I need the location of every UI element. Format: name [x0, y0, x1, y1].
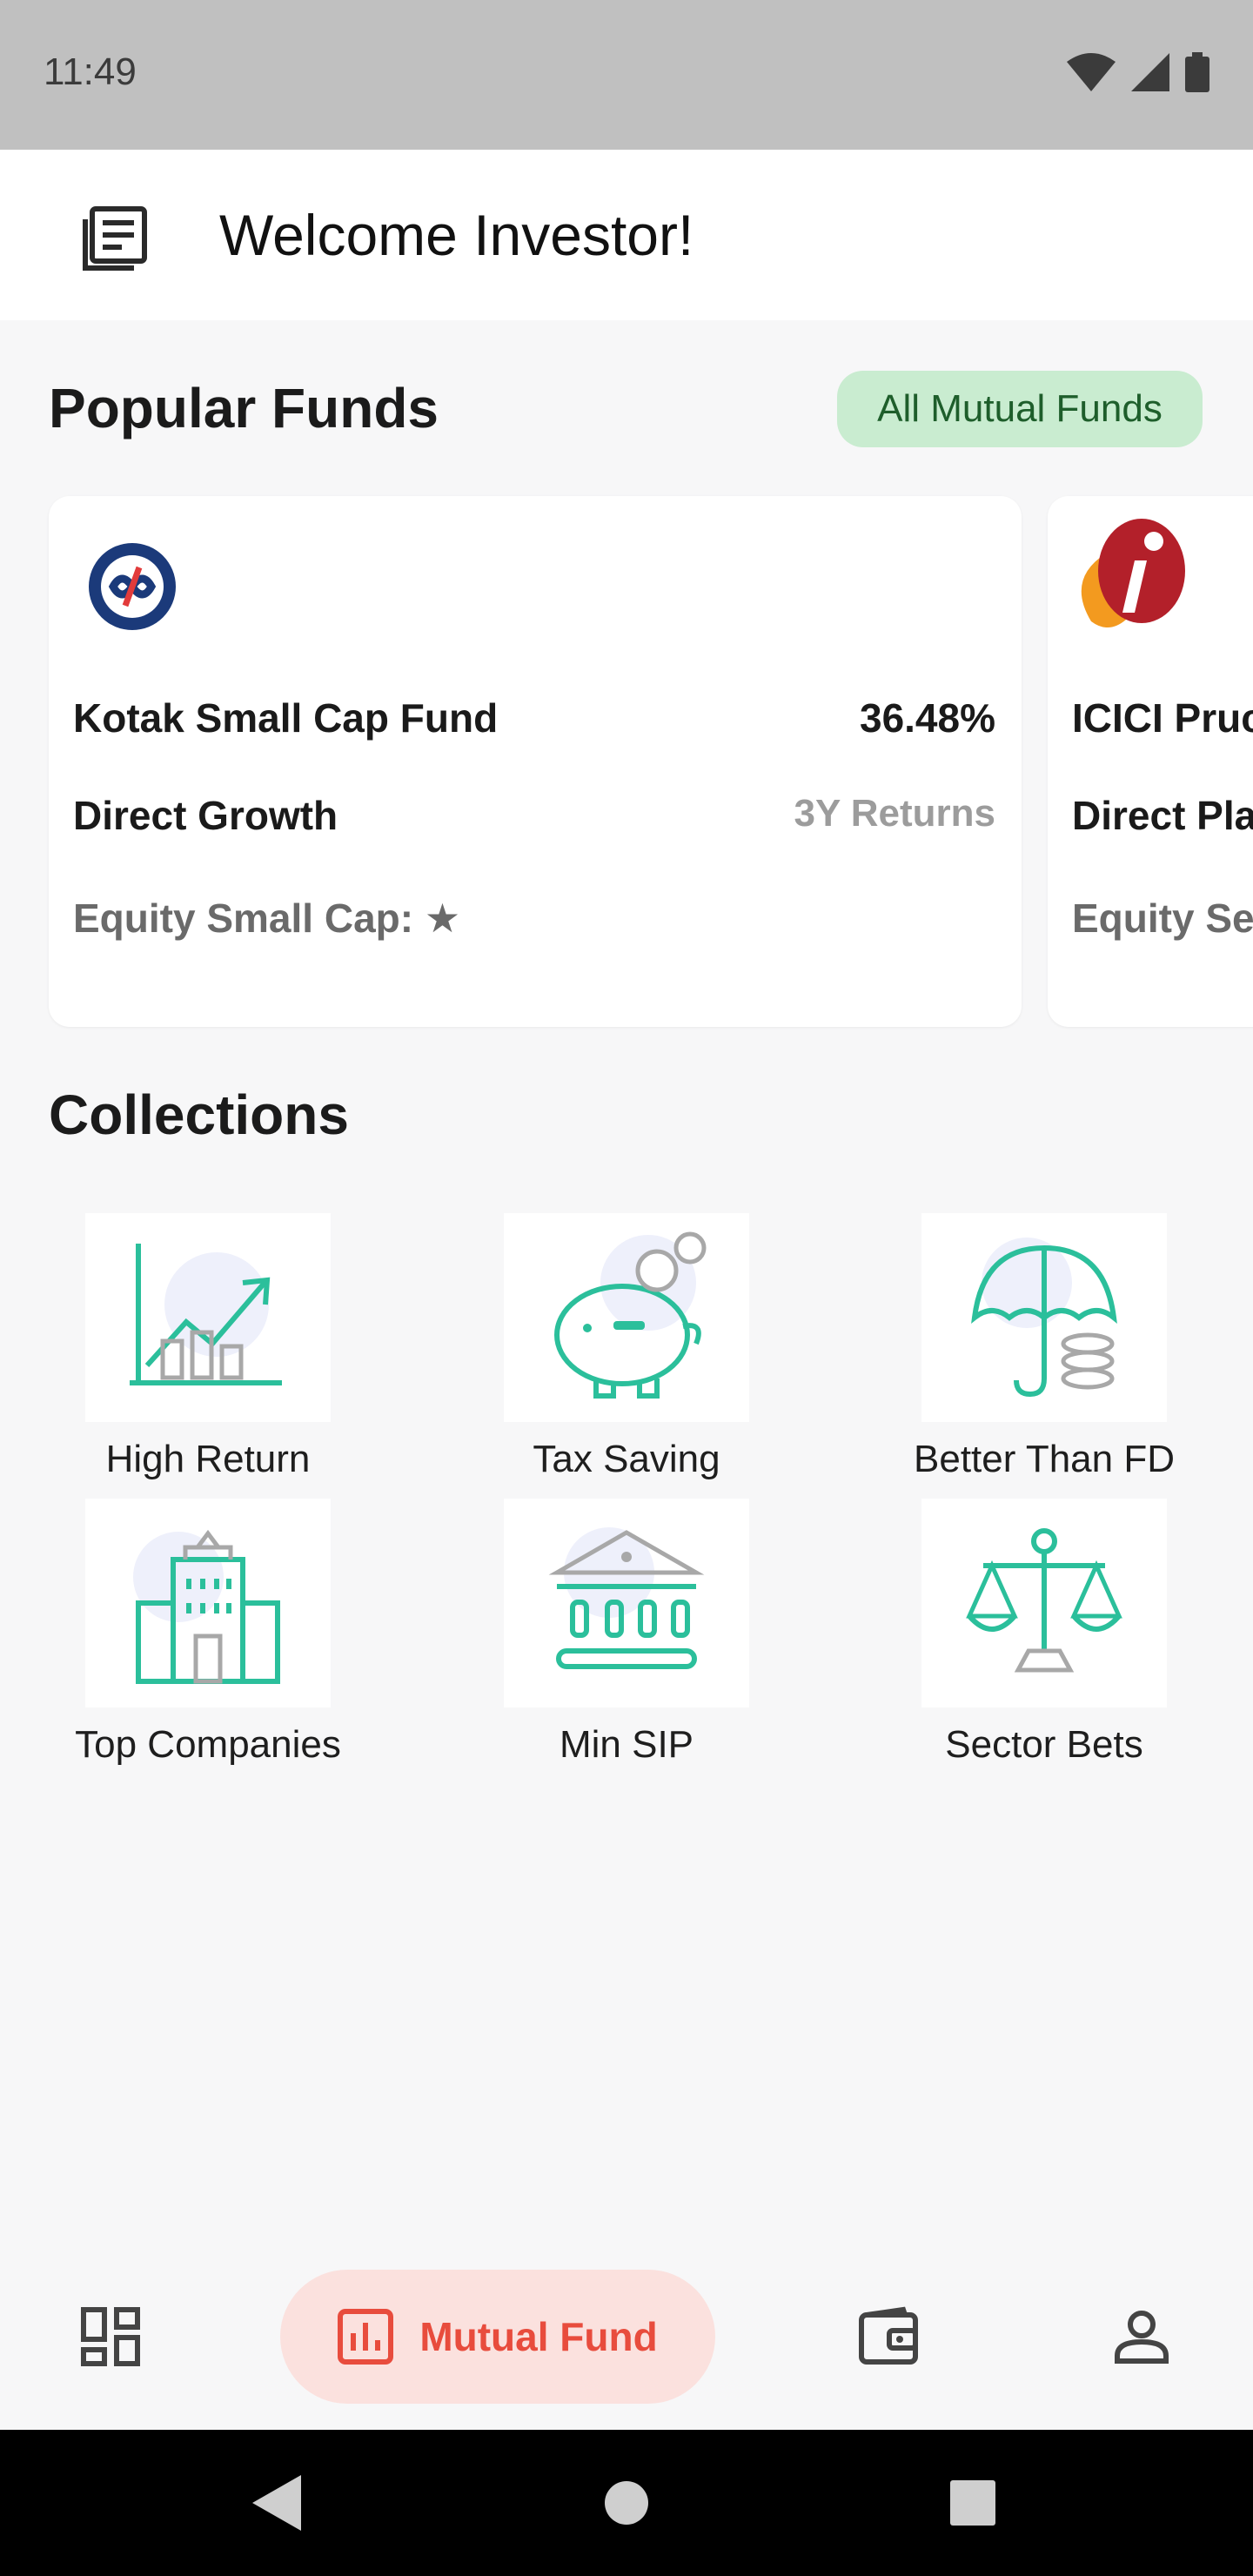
fund-plan: Direct Pla [1072, 793, 1253, 838]
fund-category: Equity Se [1072, 896, 1253, 941]
kotak-logo-icon [87, 541, 178, 632]
piggy-bank-icon [554, 1231, 707, 1399]
bottom-nav: Mutual Fund [0, 2244, 1253, 2430]
office-building-icon [133, 1529, 280, 1684]
app-bar: Welcome Investor! [0, 150, 1253, 320]
page-title: Welcome Investor! [219, 203, 694, 267]
status-time: 11:49 [44, 50, 137, 93]
fund-name: ICICI Pruc [1072, 695, 1253, 741]
nav-wallet[interactable] [858, 2289, 919, 2385]
collection-tile [921, 1499, 1167, 1707]
nav-profile[interactable] [1114, 2289, 1169, 2385]
nav-mutual-fund[interactable]: Mutual Fund [280, 2270, 715, 2404]
collection-tile [921, 1213, 1167, 1422]
bank-icon [548, 1527, 705, 1669]
fund-card[interactable]: ICICI Pruc Direct Pla Equity Se [1048, 496, 1253, 1027]
icici-logo-icon [1074, 517, 1187, 639]
recents-icon[interactable] [950, 2480, 995, 2526]
collection-tile [85, 1499, 331, 1707]
wallet-icon [859, 2306, 918, 2365]
battery-icon [1185, 52, 1209, 92]
popular-funds-carousel[interactable]: Kotak Small Cap Fund 36.48% Direct Growt… [0, 494, 1253, 1030]
signal-icon [1131, 53, 1169, 91]
fund-return: 36.48% [859, 695, 995, 741]
collection-label: Sector Bets [945, 1723, 1143, 1766]
chart-growth-icon [130, 1244, 282, 1385]
collection-label: Better Than FD [914, 1438, 1175, 1480]
popular-funds-title: Popular Funds [49, 377, 439, 439]
collection-tile [85, 1213, 331, 1422]
collection-sector-bets[interactable]: Sector Bets [853, 1499, 1236, 1767]
collection-label: High Return [105, 1438, 311, 1480]
nav-dashboard[interactable] [80, 2289, 141, 2385]
fund-plan: Direct Growth [73, 793, 338, 838]
fund-category: Equity Small Cap: ★ [73, 896, 461, 941]
collection-top-companies[interactable]: Top Companies [17, 1499, 399, 1767]
status-bar: 11:49 [0, 0, 1253, 150]
news-button[interactable] [80, 204, 150, 273]
person-icon [1115, 2311, 1169, 2364]
nav-label: Mutual Fund [419, 2314, 658, 2359]
collection-label: Min SIP [559, 1723, 694, 1766]
collection-tax-saving[interactable]: Tax Saving [435, 1213, 818, 1481]
news-icon [83, 206, 147, 271]
status-icons [1067, 52, 1209, 92]
home-icon[interactable] [604, 2480, 649, 2526]
dashboard-icon [81, 2307, 140, 2366]
fund-card[interactable]: Kotak Small Cap Fund 36.48% Direct Growt… [49, 496, 1022, 1027]
wifi-icon [1067, 53, 1116, 91]
fund-return-label: 3Y Returns [794, 792, 996, 835]
back-icon[interactable] [252, 2475, 301, 2531]
collection-label: Top Companies [75, 1723, 341, 1766]
collection-better-than-fd[interactable]: Better Than FD [853, 1213, 1236, 1481]
collection-label: Tax Saving [533, 1438, 720, 1480]
umbrella-coins-icon [971, 1238, 1117, 1398]
system-nav-bar [0, 2430, 1253, 2576]
fund-name: Kotak Small Cap Fund [73, 695, 499, 741]
collection-tile [504, 1499, 749, 1707]
collection-min-sip[interactable]: Min SIP [435, 1499, 818, 1767]
bar-chart-icon [338, 2309, 394, 2365]
collection-high-return[interactable]: High Return [17, 1213, 399, 1481]
collection-tile [504, 1213, 749, 1422]
collections-title: Collections [49, 1083, 349, 1146]
all-mutual-funds-button[interactable]: All Mutual Funds [837, 371, 1203, 447]
scales-icon [966, 1528, 1122, 1673]
